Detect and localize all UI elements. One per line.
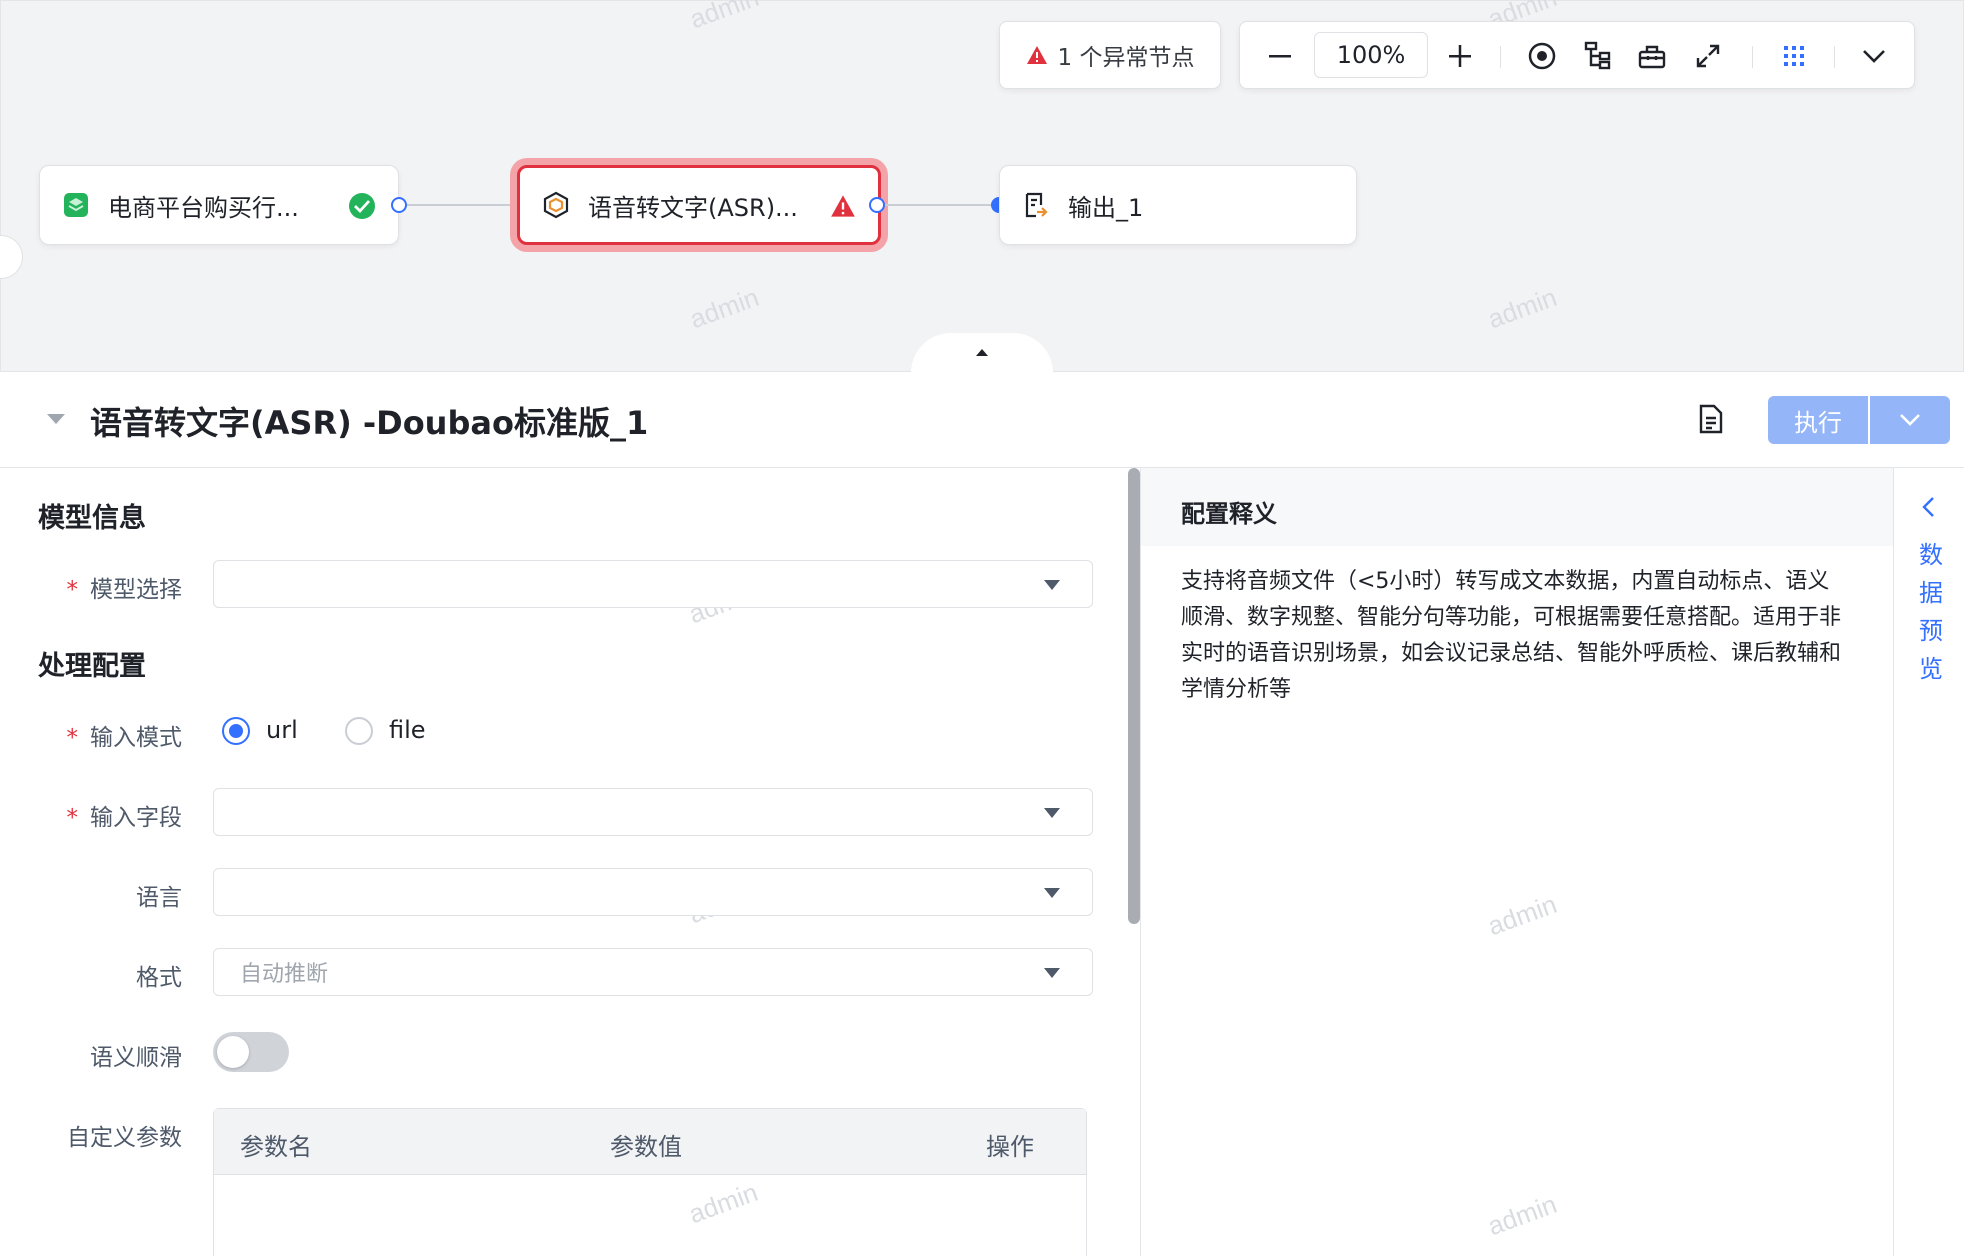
zoom-out-button[interactable] — [1260, 36, 1300, 76]
locate-button[interactable] — [1522, 36, 1562, 76]
model-cube-icon — [543, 191, 569, 219]
caret-up-icon — [976, 349, 988, 356]
watermark: admin — [685, 0, 763, 35]
output-port[interactable] — [869, 197, 885, 213]
field-label-custom-params: 自定义参数 — [67, 1125, 182, 1151]
expand-icon — [1696, 44, 1720, 68]
format-placeholder: 自动推断 — [240, 962, 329, 987]
format-select[interactable]: 自动推断 — [213, 948, 1093, 996]
chevron-down-icon — [1863, 50, 1885, 63]
alert-text: 1 个异常节点 — [1057, 45, 1195, 71]
watermark: admin — [1483, 888, 1561, 942]
edge-connector — [407, 204, 513, 206]
field-label-smooth: 语义顺滑 — [90, 1045, 182, 1071]
edge-connector — [885, 204, 995, 206]
input-field-select[interactable] — [213, 788, 1093, 836]
chevron-left-icon[interactable] — [1920, 496, 1936, 518]
check-circle-icon — [349, 193, 375, 219]
field-label-input-field: * 输入字段 — [66, 805, 183, 831]
column-header-action: 操作 — [986, 1133, 1034, 1161]
workflow-node-output[interactable]: 输出_1 — [999, 165, 1357, 245]
language-select[interactable] — [213, 868, 1093, 916]
workflow-canvas[interactable]: admin admin admin admin 1 个异常节点 100% 电商平… — [0, 0, 1964, 381]
run-options-button[interactable] — [1870, 396, 1950, 444]
toolbar-divider — [1752, 46, 1753, 68]
dataset-icon — [64, 193, 88, 217]
data-preview-rail[interactable]: 数据预览 — [1893, 468, 1964, 1256]
field-label-language: 语言 — [136, 885, 182, 911]
radio-url[interactable] — [222, 717, 250, 745]
panel-title: 语音转文字(ASR) -Doubao标准版_1 — [90, 404, 649, 442]
minus-icon — [1269, 55, 1291, 58]
run-button[interactable]: 执行 — [1768, 396, 1868, 444]
toolbox-icon — [1638, 45, 1666, 69]
radio-label-file: file — [389, 716, 426, 744]
collapse-caret-icon[interactable] — [46, 412, 66, 426]
watermark: admin — [685, 281, 763, 335]
canvas-toolbar: 100% — [1239, 21, 1915, 89]
zoom-in-button[interactable] — [1440, 36, 1480, 76]
toolbox-button[interactable] — [1632, 36, 1672, 76]
abnormal-node-alert[interactable]: 1 个异常节点 — [999, 21, 1221, 89]
smooth-toggle[interactable] — [213, 1032, 289, 1072]
column-header-name: 参数名 — [240, 1133, 312, 1161]
section-title-process: 处理配置 — [38, 651, 146, 682]
help-header: 配置释义 — [1141, 468, 1893, 546]
fullscreen-button[interactable] — [1688, 36, 1728, 76]
toolbar-divider — [1500, 46, 1501, 68]
tree-icon — [1584, 41, 1611, 70]
radio-label-url: url — [266, 716, 298, 744]
config-help-panel: 配置释义 支持将音频文件（<5小时）转写成文本数据，内置自动标点、语义顺滑、数字… — [1141, 468, 1893, 1256]
sidebar-toggle-handle[interactable] — [0, 235, 23, 279]
toolbar-divider — [1834, 46, 1835, 68]
document-icon[interactable] — [1698, 404, 1724, 434]
model-select[interactable] — [213, 560, 1093, 608]
layout-tree-button[interactable] — [1578, 36, 1618, 76]
custom-params-table: 参数名 参数值 操作 — [213, 1108, 1087, 1256]
node-label: 电商平台购买行... — [108, 193, 299, 222]
zoom-level[interactable]: 100% — [1314, 32, 1428, 78]
grid-button[interactable] — [1774, 36, 1814, 76]
node-config-header: 语音转文字(ASR) -Doubao标准版_1 执行 — [0, 372, 1964, 468]
watermark: admin — [1483, 281, 1561, 335]
workflow-node-source[interactable]: 电商平台购买行... — [39, 165, 399, 245]
node-label: 输出_1 — [1068, 193, 1144, 222]
target-icon — [1528, 42, 1556, 70]
field-label-input-mode: * 输入模式 — [66, 725, 183, 751]
node-label: 语音转文字(ASR)... — [588, 193, 798, 222]
help-description: 支持将音频文件（<5小时）转写成文本数据，内置自动标点、语义顺滑、数字规整、智能… — [1181, 569, 1842, 702]
field-label-model: * 模型选择 — [66, 577, 183, 603]
help-title: 配置释义 — [1181, 500, 1277, 528]
warning-icon — [831, 195, 855, 217]
output-doc-icon — [1025, 192, 1048, 218]
radio-file[interactable] — [345, 717, 373, 745]
more-dropdown-button[interactable] — [1854, 36, 1894, 76]
grid-dots-icon — [1784, 46, 1804, 66]
warning-icon — [1026, 46, 1047, 64]
workflow-node-asr[interactable]: 语音转文字(ASR)... — [517, 165, 881, 245]
column-header-value: 参数值 — [610, 1133, 682, 1161]
chevron-down-icon — [1900, 414, 1920, 426]
field-label-format: 格式 — [136, 965, 182, 991]
data-preview-label[interactable]: 数据预览 — [1916, 536, 1946, 688]
output-port[interactable] — [391, 197, 407, 213]
watermark: admin — [1483, 1188, 1561, 1242]
section-title-model: 模型信息 — [38, 503, 146, 534]
form-scrollbar[interactable] — [1128, 468, 1140, 924]
table-header: 参数名 参数值 操作 — [214, 1109, 1086, 1175]
plus-icon — [1449, 45, 1471, 67]
